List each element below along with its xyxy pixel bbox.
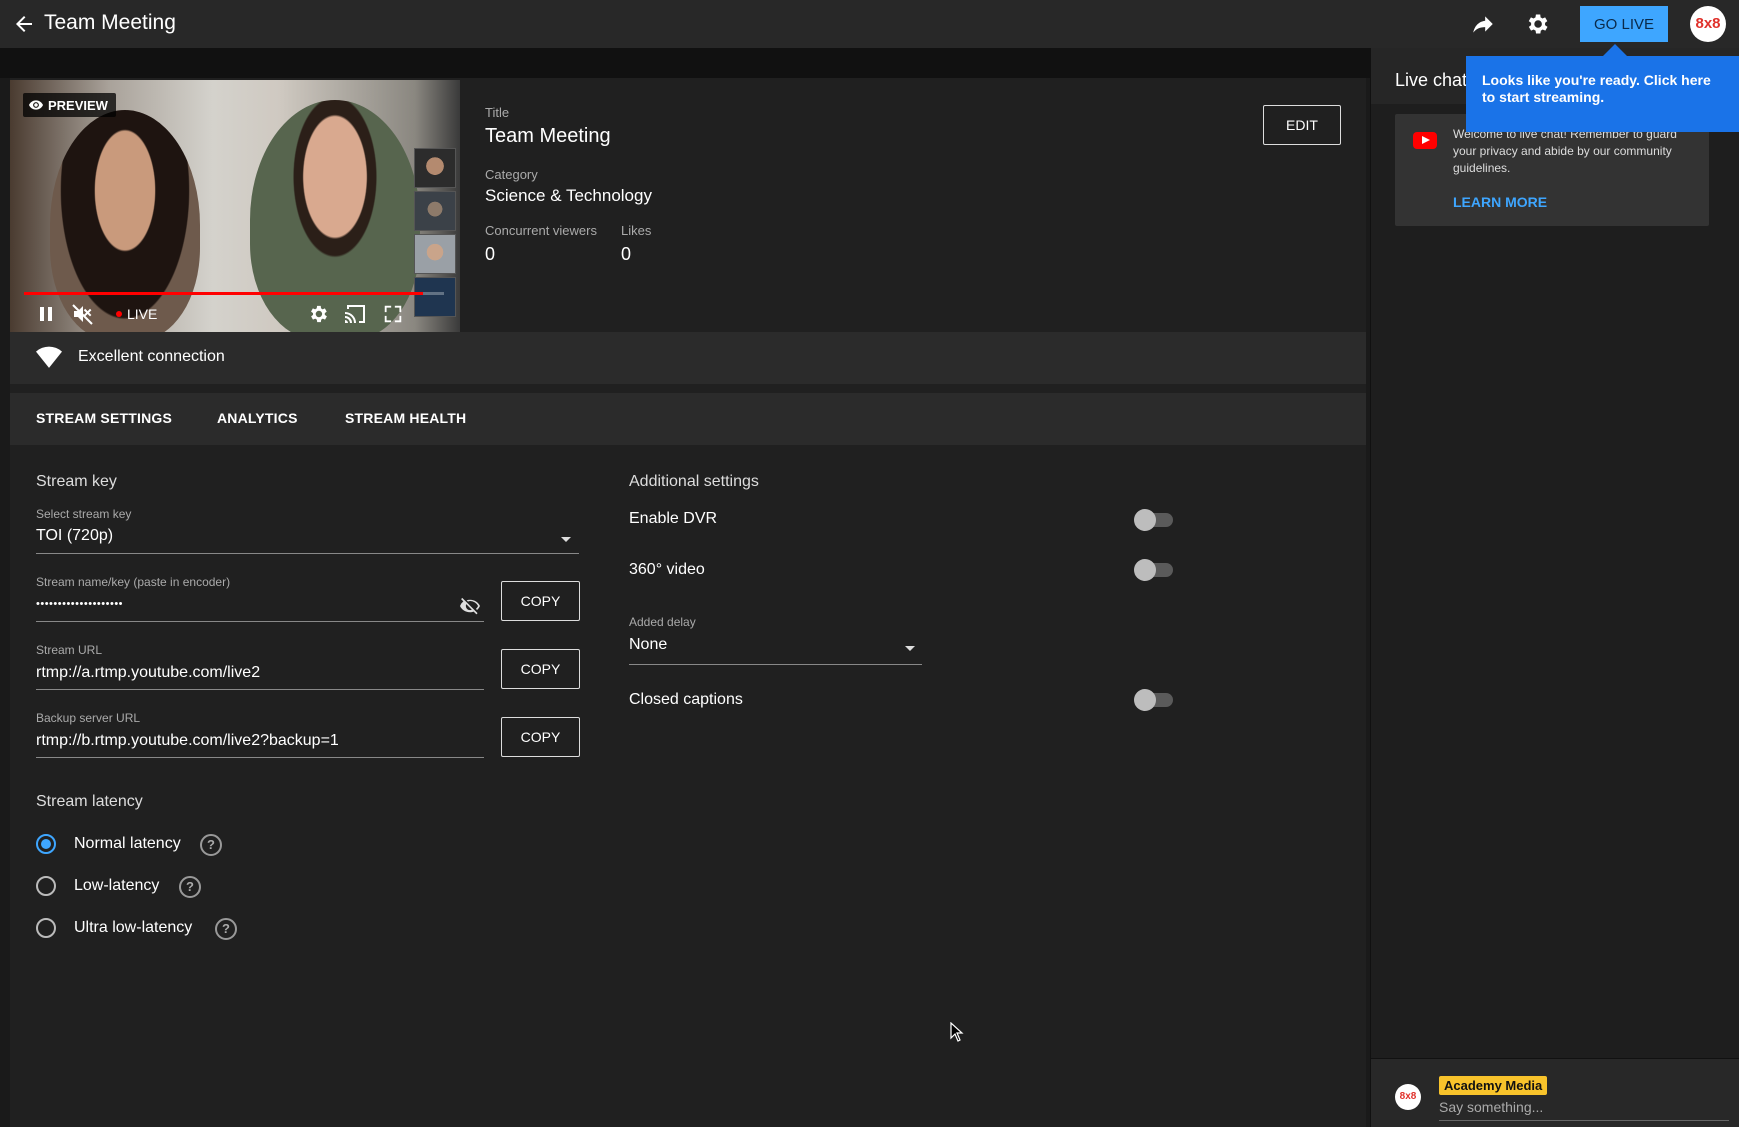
normal-latency-radio[interactable]	[36, 834, 56, 854]
video-preview[interactable]: PREVIEW LIVE	[10, 80, 460, 332]
connection-status-bar: Excellent connection	[10, 332, 1366, 384]
page-title: Team Meeting	[44, 11, 176, 34]
visibility-off-icon[interactable]	[459, 596, 481, 616]
closed-captions-label: Closed captions	[629, 691, 743, 708]
mute-icon[interactable]	[71, 302, 95, 326]
header-band	[0, 48, 1370, 78]
stream-key-select[interactable]: TOI (720p)	[36, 527, 113, 545]
mouse-cursor-icon	[950, 1022, 964, 1042]
tooltip-arrow	[1603, 44, 1627, 56]
ultra-low-latency-radio[interactable]	[36, 918, 56, 938]
enable-dvr-toggle[interactable]	[1134, 509, 1173, 531]
stream-latency-title: Stream latency	[36, 793, 143, 810]
likes-label: Likes	[621, 223, 652, 238]
select-stream-key-label: Select stream key	[36, 507, 132, 521]
chevron-down-icon[interactable]	[903, 643, 917, 653]
backup-url-underline	[36, 757, 484, 758]
added-delay-select[interactable]: None	[629, 636, 667, 654]
live-dot-icon	[116, 311, 122, 317]
video-progress-fill	[24, 292, 423, 295]
participant-right-image	[250, 100, 420, 332]
video-360-toggle[interactable]	[1134, 559, 1173, 581]
live-chat-panel: Live chat Welcome to live chat! Remember…	[1370, 48, 1739, 1127]
low-latency-radio[interactable]	[36, 876, 56, 896]
closed-captions-toggle[interactable]	[1134, 689, 1173, 711]
avatar: 8x8	[1395, 1084, 1421, 1110]
ultra-low-latency-label[interactable]: Ultra low-latency	[74, 919, 192, 937]
copy-backup-url-button[interactable]: COPY	[501, 717, 580, 757]
tab-analytics[interactable]: ANALYTICS	[217, 410, 298, 426]
video-360-label: 360° video	[629, 561, 705, 578]
tab-stream-health[interactable]: STREAM HEALTH	[345, 410, 466, 426]
go-live-tooltip[interactable]: Looks like you're ready. Click here to s…	[1466, 56, 1739, 132]
share-icon[interactable]	[1470, 11, 1496, 37]
wifi-icon	[36, 346, 62, 368]
top-bar: Team Meeting GO LIVE 8x8	[0, 0, 1739, 48]
pause-icon[interactable]	[34, 302, 58, 326]
stream-name-underline	[36, 621, 484, 622]
additional-settings-title: Additional settings	[629, 473, 759, 490]
connection-status-text: Excellent connection	[78, 348, 225, 365]
settings-gear-icon[interactable]	[1524, 11, 1550, 37]
copy-stream-key-button[interactable]: COPY	[501, 581, 580, 621]
backup-url-label: Backup server URL	[36, 711, 141, 725]
fullscreen-icon[interactable]	[382, 302, 404, 326]
participant-thumbnails	[414, 148, 456, 330]
help-icon[interactable]: ?	[179, 876, 201, 898]
chat-welcome-text: Welcome to live chat! Remember to guard …	[1453, 127, 1677, 175]
live-indicator: LIVE	[116, 306, 157, 322]
added-delay-label: Added delay	[629, 615, 696, 629]
normal-latency-label[interactable]: Normal latency	[74, 835, 181, 853]
video-settings-gear-icon[interactable]	[307, 302, 329, 326]
stream-url-underline	[36, 689, 484, 690]
help-icon[interactable]: ?	[200, 834, 222, 856]
preview-badge: PREVIEW	[23, 93, 116, 117]
avatar[interactable]: 8x8	[1690, 6, 1726, 42]
participant-thumbnail[interactable]	[414, 191, 456, 231]
copy-stream-url-button[interactable]: COPY	[501, 649, 580, 689]
added-delay-underline	[629, 664, 922, 665]
low-latency-label[interactable]: Low-latency	[74, 877, 159, 895]
title-label: Title	[485, 105, 510, 120]
participant-thumbnail[interactable]	[414, 277, 456, 317]
chevron-down-icon[interactable]	[559, 534, 573, 544]
participant-thumbnail[interactable]	[414, 148, 456, 188]
channel-name-badge: Academy Media	[1439, 1076, 1548, 1095]
chat-input[interactable]: Say something...	[1439, 1099, 1543, 1115]
stream-url-field[interactable]: rtmp://a.rtmp.youtube.com/live2	[36, 664, 260, 682]
participant-left-image	[50, 110, 200, 332]
likes-value: 0	[621, 244, 632, 264]
backup-url-field[interactable]: rtmp://b.rtmp.youtube.com/live2?backup=1	[36, 732, 339, 750]
eye-icon	[29, 100, 43, 110]
preview-label: PREVIEW	[48, 97, 108, 113]
category-value: Science & Technology	[485, 186, 652, 205]
stream-url-label: Stream URL	[36, 643, 103, 657]
go-live-button[interactable]: GO LIVE	[1580, 6, 1668, 42]
cast-icon[interactable]	[344, 302, 368, 326]
youtube-icon	[1413, 132, 1437, 149]
tab-stream-settings[interactable]: STREAM SETTINGS	[36, 410, 172, 426]
select-underline	[36, 553, 579, 554]
viewers-value: 0	[485, 244, 496, 264]
help-icon[interactable]: ?	[215, 918, 237, 940]
video-progress-bar[interactable]	[24, 292, 444, 295]
stream-name-field[interactable]: ••••••••••••••••••••	[36, 595, 123, 613]
back-arrow-icon[interactable]	[12, 12, 36, 36]
edit-button[interactable]: EDIT	[1263, 105, 1341, 145]
viewers-label: Concurrent viewers	[485, 223, 597, 238]
live-label: LIVE	[127, 306, 158, 322]
category-label: Category	[485, 167, 538, 182]
enable-dvr-label: Enable DVR	[629, 510, 718, 527]
stream-key-title: Stream key	[36, 473, 117, 490]
tab-bar: STREAM SETTINGS ANALYTICS STREAM HEALTH	[10, 393, 1366, 445]
title-value: Team Meeting	[485, 125, 611, 147]
chat-input-area: 8x8 Academy Media Say something...	[1371, 1058, 1739, 1127]
learn-more-link[interactable]: LEARN MORE	[1453, 194, 1547, 210]
chat-input-underline	[1439, 1120, 1729, 1121]
stream-name-label: Stream name/key (paste in encoder)	[36, 575, 231, 589]
participant-thumbnail[interactable]	[414, 234, 456, 274]
